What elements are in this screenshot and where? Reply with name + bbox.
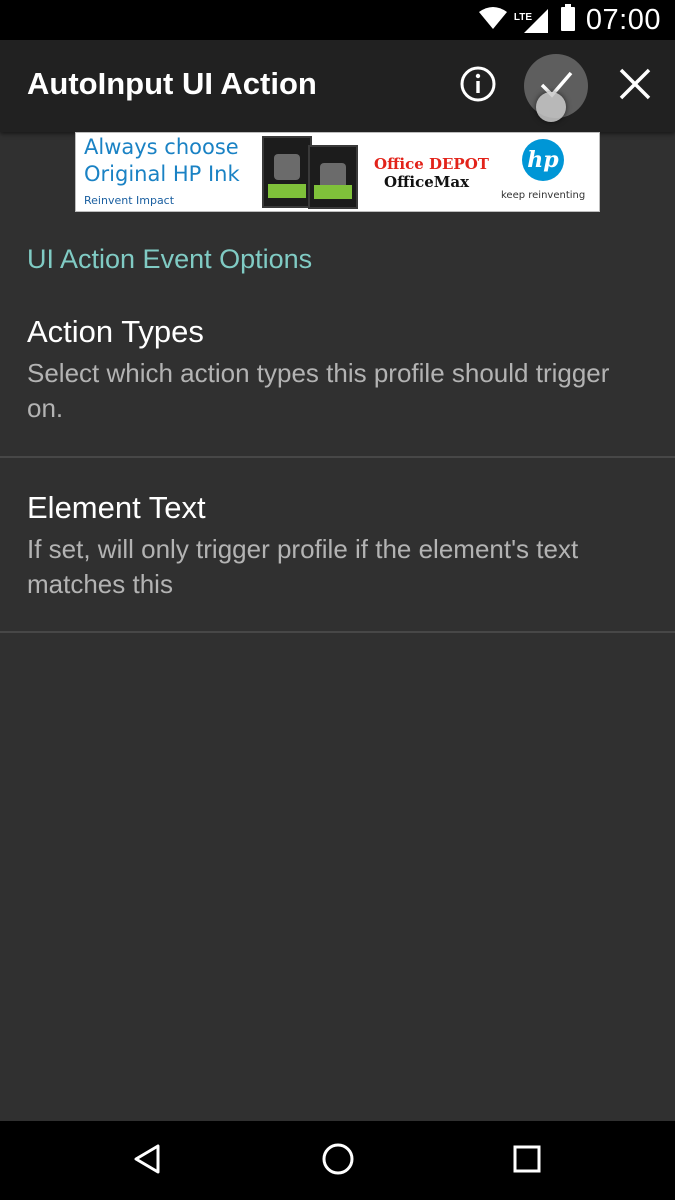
back-icon <box>132 1143 164 1179</box>
ad-headline-line2: Original HP Ink <box>84 162 240 186</box>
wifi-icon <box>478 6 508 34</box>
ink-cartridge-image <box>308 145 358 209</box>
ad-tagline: Reinvent Impact <box>84 194 175 207</box>
divider <box>0 456 675 458</box>
preference-action-types[interactable]: Action Types Select which action types t… <box>0 296 675 456</box>
preference-summary: Select which action types this profile s… <box>27 358 610 423</box>
status-time: 07:00 <box>585 3 661 36</box>
ad-brand-tagline: keep reinventing <box>501 190 586 201</box>
ink-cartridge-image <box>262 136 312 208</box>
ad-banner[interactable]: Always choose Original HP Ink Reinvent I… <box>75 132 600 212</box>
status-icons: LTE 07:00 <box>478 0 661 40</box>
preference-title: Element Text <box>27 490 206 525</box>
info-button[interactable] <box>446 54 510 118</box>
status-bar: LTE 07:00 <box>0 0 675 40</box>
section-header: UI Action Event Options <box>27 244 313 274</box>
save-button[interactable] <box>524 54 588 122</box>
touch-indicator <box>536 92 566 122</box>
recents-icon <box>512 1144 542 1178</box>
cell-signal-icon: LTE <box>514 6 550 34</box>
back-button[interactable] <box>118 1131 178 1191</box>
divider <box>0 631 675 633</box>
ad-store-name-secondary: OfficeMax <box>384 173 470 191</box>
recents-button[interactable] <box>497 1131 557 1191</box>
preference-summary: If set, will only trigger profile if the… <box>27 534 579 599</box>
app-bar: AutoInput UI Action <box>0 40 675 132</box>
ad-store-name: Office DEPOT <box>374 155 489 173</box>
home-icon <box>321 1142 355 1180</box>
preference-element-text[interactable]: Element Text If set, will only trigger p… <box>0 472 675 632</box>
navigation-bar <box>0 1121 675 1200</box>
app-title: AutoInput UI Action <box>27 66 317 101</box>
hp-logo-text: hp <box>527 147 559 173</box>
hp-logo: hp <box>522 139 564 181</box>
home-button[interactable] <box>308 1131 368 1191</box>
info-icon <box>459 65 497 107</box>
close-button[interactable] <box>603 54 667 118</box>
battery-icon <box>560 4 576 36</box>
preference-title: Action Types <box>27 314 204 349</box>
ad-headline-line1: Always choose <box>84 135 239 159</box>
close-icon <box>618 67 652 105</box>
